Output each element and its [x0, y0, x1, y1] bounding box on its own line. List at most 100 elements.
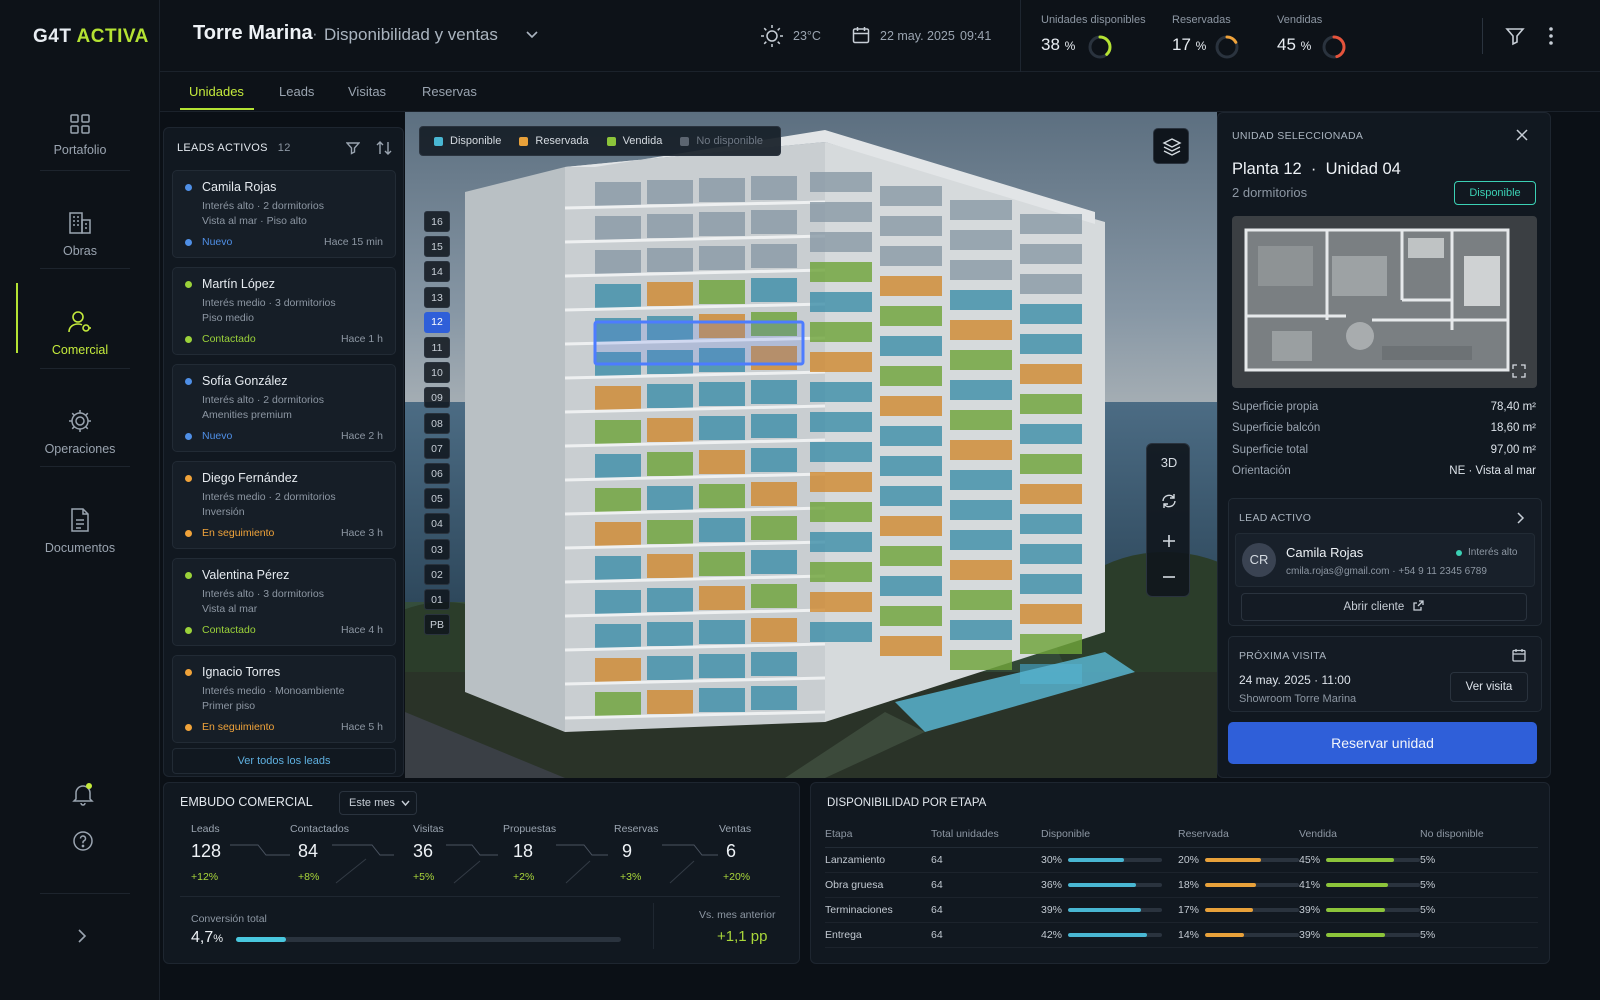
unit-window[interactable] [647, 248, 693, 272]
unit-window[interactable] [647, 554, 693, 578]
unit-window[interactable] [950, 350, 1012, 370]
view-all-leads-link[interactable]: Ver todos los leads [172, 748, 396, 774]
unit-window[interactable] [751, 278, 797, 302]
unit-window[interactable] [699, 552, 745, 576]
unit-window[interactable] [647, 214, 693, 238]
legend-item[interactable]: Vendida [606, 135, 662, 147]
unit-window[interactable] [950, 530, 1012, 550]
unit-window[interactable] [880, 576, 942, 596]
floor-button-02[interactable]: 02 [424, 563, 450, 585]
unit-window[interactable] [1020, 334, 1082, 354]
help-button[interactable] [72, 830, 94, 852]
unit-window[interactable] [595, 216, 641, 240]
unit-window[interactable] [810, 442, 872, 462]
unit-window[interactable] [751, 176, 797, 200]
unit-window[interactable] [699, 620, 745, 644]
unit-window[interactable] [751, 686, 797, 710]
unit-window[interactable] [950, 290, 1012, 310]
sidebar-item-obras[interactable]: Obras [16, 184, 144, 284]
unit-window[interactable] [595, 692, 641, 716]
unit-window[interactable] [751, 652, 797, 676]
unit-window[interactable] [699, 178, 745, 202]
floor-plan-image[interactable] [1232, 216, 1537, 388]
floor-button-04[interactable]: 04 [424, 513, 450, 535]
zoom-in-icon[interactable] [1161, 533, 1177, 549]
unit-window[interactable] [810, 472, 872, 492]
layers-button[interactable] [1153, 128, 1189, 164]
sidebar-item-documentos[interactable]: Documentos [16, 481, 144, 581]
period-select[interactable]: Este mes [339, 791, 417, 815]
unit-window[interactable] [810, 532, 872, 552]
floor-button-01[interactable]: 01 [424, 589, 450, 610]
unit-window[interactable] [950, 200, 1012, 220]
unit-window[interactable] [595, 386, 641, 410]
floor-button-05[interactable]: 05 [424, 488, 450, 510]
floor-button-PB[interactable]: PB [424, 614, 450, 636]
unit-window[interactable] [699, 450, 745, 474]
unit-window[interactable] [880, 186, 942, 206]
unit-window[interactable] [751, 210, 797, 234]
unit-window[interactable] [1020, 274, 1082, 294]
lead-card[interactable]: Camila Rojas Interés alto · 2 dormitorios… [172, 170, 396, 258]
unit-window[interactable] [595, 250, 641, 274]
unit-window[interactable] [595, 284, 641, 308]
unit-window[interactable] [880, 516, 942, 536]
close-icon[interactable] [1516, 129, 1528, 141]
unit-window[interactable] [751, 244, 797, 268]
filter-icon[interactable] [1505, 26, 1525, 46]
unit-window[interactable] [880, 366, 942, 386]
floor-button-08[interactable]: 08 [424, 412, 450, 434]
unit-window[interactable] [699, 654, 745, 678]
unit-window[interactable] [595, 590, 641, 614]
expand-sidebar-button[interactable] [76, 928, 88, 944]
unit-window[interactable] [880, 546, 942, 566]
unit-window[interactable] [1020, 364, 1082, 384]
lead-card[interactable]: Martín López Interés medio · 3 dormitorio… [172, 267, 396, 355]
floor-button-16[interactable]: 16 [424, 211, 450, 232]
legend-item[interactable]: No disponible [680, 135, 763, 147]
unit-window[interactable] [810, 172, 872, 192]
table-row[interactable]: Entrega 64 42% 14% 39% 5% [825, 922, 1538, 948]
unit-window[interactable] [699, 484, 745, 508]
floor-button-09[interactable]: 09 [424, 387, 450, 409]
unit-window[interactable] [950, 650, 1012, 670]
unit-window[interactable] [880, 216, 942, 236]
expand-icon[interactable] [1512, 364, 1526, 378]
unit-window[interactable] [595, 556, 641, 580]
unit-window[interactable] [880, 396, 942, 416]
unit-window[interactable] [810, 622, 872, 642]
floor-button-07[interactable]: 07 [424, 437, 450, 459]
unit-window[interactable] [1020, 394, 1082, 414]
table-row[interactable]: Terminaciones 64 39% 17% 39% 5% [825, 897, 1538, 923]
unit-window[interactable] [1020, 634, 1082, 654]
tab-leads[interactable]: Leads [279, 84, 314, 99]
unit-window[interactable] [810, 322, 872, 342]
unit-window[interactable] [647, 384, 693, 408]
unit-window[interactable] [751, 618, 797, 642]
floor-button-15[interactable]: 15 [424, 236, 450, 258]
unit-window[interactable] [880, 456, 942, 476]
unit-window[interactable] [880, 246, 942, 266]
unit-window[interactable] [699, 382, 745, 406]
table-row[interactable]: Lanzamiento 64 30% 20% 45% 5% [825, 847, 1538, 873]
floor-button-10[interactable]: 10 [424, 362, 450, 384]
selected-unit-highlight[interactable] [593, 320, 805, 366]
unit-window[interactable] [699, 518, 745, 542]
unit-window[interactable] [595, 658, 641, 682]
unit-window[interactable] [699, 586, 745, 610]
view-visit-button[interactable]: Ver visita [1450, 672, 1528, 702]
unit-window[interactable] [699, 246, 745, 270]
unit-window[interactable] [810, 382, 872, 402]
floor-button-11[interactable]: 11 [424, 337, 450, 358]
app-logo[interactable]: G4T ACTIVA [33, 26, 149, 48]
tab-unidades[interactable]: Unidades [189, 84, 244, 99]
unit-window[interactable] [810, 502, 872, 522]
unit-window[interactable] [880, 486, 942, 506]
unit-window[interactable] [595, 420, 641, 444]
floor-button-03[interactable]: 03 [424, 538, 450, 560]
unit-window[interactable] [880, 276, 942, 296]
unit-window[interactable] [950, 260, 1012, 280]
unit-window[interactable] [880, 606, 942, 626]
unit-window[interactable] [880, 306, 942, 326]
unit-window[interactable] [751, 584, 797, 608]
